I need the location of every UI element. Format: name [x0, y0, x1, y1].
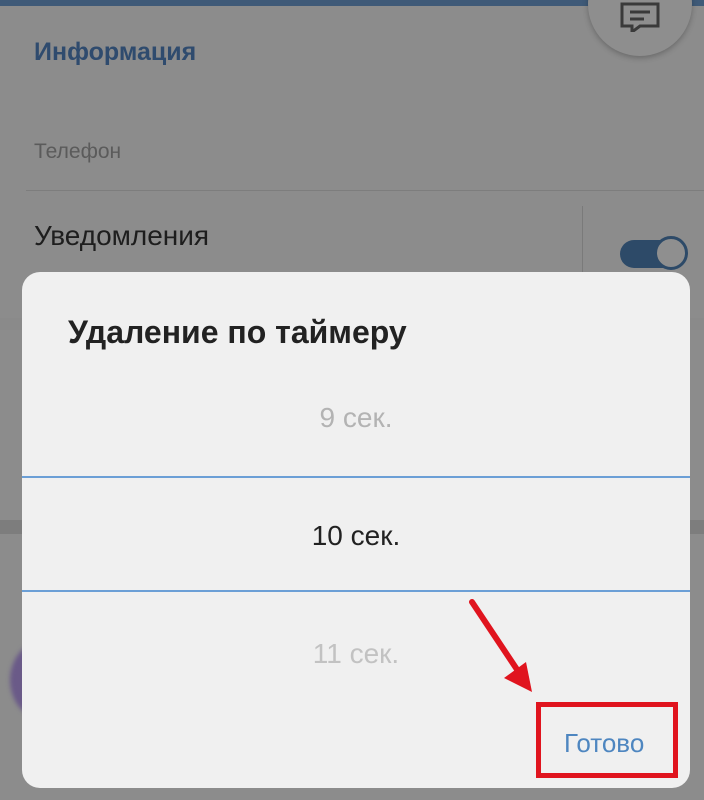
picker-option-previous[interactable]: 9 сек.	[22, 402, 690, 434]
divider	[26, 190, 704, 191]
selection-line-top	[22, 476, 690, 478]
picker-option-selected[interactable]: 10 сек.	[22, 520, 690, 552]
notifications-label: Уведомления	[34, 220, 210, 251]
selection-line-bottom	[22, 590, 690, 592]
phone-label: Телефон	[34, 140, 122, 163]
notifications-toggle[interactable]	[620, 236, 688, 270]
picker-option-next[interactable]: 11 сек.	[22, 638, 690, 670]
chat-icon	[620, 2, 660, 32]
toggle-knob	[654, 236, 688, 270]
dialog-title: Удаление по таймеру	[68, 314, 407, 350]
annotation-highlight-box	[536, 702, 678, 778]
section-title-info: Информация	[34, 38, 197, 66]
red-arrow-icon	[469, 599, 532, 692]
